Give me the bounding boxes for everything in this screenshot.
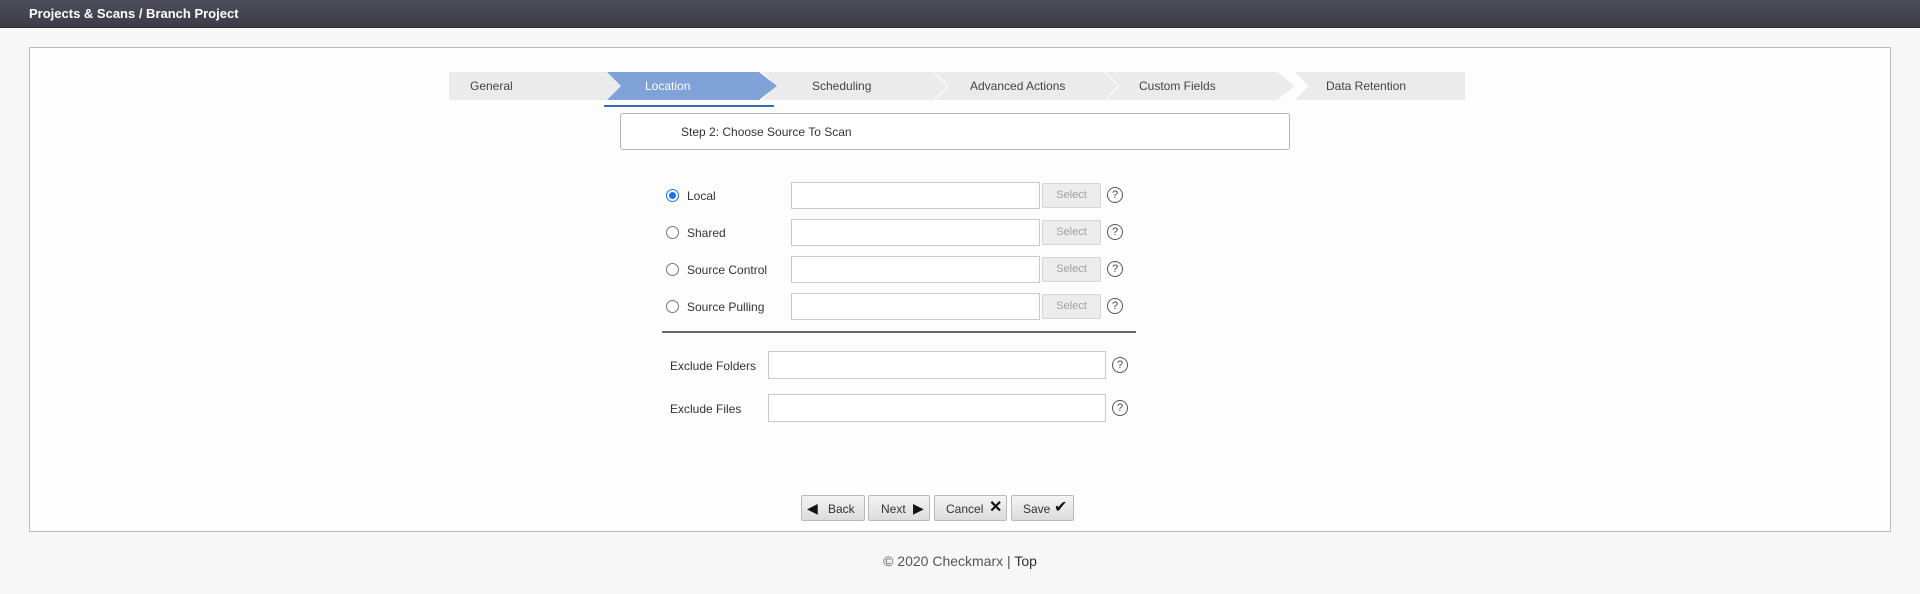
source-control-input[interactable] xyxy=(791,256,1040,283)
step-label: Location xyxy=(645,79,691,93)
shared-select-button[interactable]: Select xyxy=(1042,220,1101,245)
step-title: Step 2: Choose Source To Scan xyxy=(681,125,852,139)
source-label: Shared xyxy=(687,226,726,240)
help-icon[interactable]: ? xyxy=(1107,187,1123,203)
footer-separator: | xyxy=(1007,553,1011,569)
source-label: Local xyxy=(687,189,716,203)
step-header: Step 2: Choose Source To Scan xyxy=(620,113,1290,150)
step-label: Custom Fields xyxy=(1139,79,1216,93)
section-divider xyxy=(662,331,1136,333)
x-icon: ✕ xyxy=(989,499,1003,516)
play-left-icon: ◀ xyxy=(807,500,818,516)
local-path-input[interactable] xyxy=(791,182,1040,209)
local-radio[interactable] xyxy=(666,189,679,202)
check-icon: ✔ xyxy=(1054,499,1068,516)
save-button[interactable]: Save ✔ xyxy=(1011,495,1074,521)
step-label: Data Retention xyxy=(1326,79,1407,93)
footer: © 2020 Checkmarx | Top xyxy=(0,553,1920,569)
copyright-text: © 2020 Checkmarx xyxy=(883,553,1004,569)
step-custom-fields[interactable]: Custom Fields xyxy=(1105,72,1295,100)
exclude-folders-input[interactable] xyxy=(768,351,1106,379)
step-location-active[interactable]: Location xyxy=(607,72,777,100)
help-icon[interactable]: ? xyxy=(1112,357,1128,373)
source-row-shared: Shared Select ? xyxy=(665,218,1135,246)
shared-radio[interactable] xyxy=(666,226,679,239)
source-pulling-radio[interactable] xyxy=(666,300,679,313)
exclude-folders-row: Exclude Folders ? xyxy=(670,351,1140,379)
source-control-select-button[interactable]: Select xyxy=(1042,257,1101,282)
cancel-button[interactable]: Cancel ✕ xyxy=(934,495,1007,521)
source-pulling-select-button[interactable]: Select xyxy=(1042,294,1101,319)
step-label: General xyxy=(470,79,513,93)
step-label: Advanced Actions xyxy=(970,79,1066,93)
source-label: Source Control xyxy=(687,263,768,277)
exclude-files-row: Exclude Files ? xyxy=(670,394,1140,422)
top-link[interactable]: Top xyxy=(1014,553,1037,569)
breadcrumb: Projects & Scans / Branch Project xyxy=(29,6,239,21)
exclude-files-label: Exclude Files xyxy=(670,402,742,416)
step-general[interactable]: General xyxy=(449,72,607,100)
source-row-source-control: Source Control Select ? xyxy=(665,255,1135,283)
play-right-icon: ▶ xyxy=(913,500,924,516)
source-row-source-pulling: Source Pulling Select ? xyxy=(665,292,1135,320)
shared-path-input[interactable] xyxy=(791,219,1040,246)
source-control-radio[interactable] xyxy=(666,263,679,276)
active-step-underline xyxy=(604,105,774,107)
step-label: Scheduling xyxy=(812,79,872,93)
help-icon[interactable]: ? xyxy=(1107,224,1123,240)
step-advanced-actions[interactable]: Advanced Actions xyxy=(934,72,1124,100)
help-icon[interactable]: ? xyxy=(1107,261,1123,277)
source-row-local: Local Select ? xyxy=(665,181,1135,209)
back-button[interactable]: ◀ Back xyxy=(801,495,865,521)
source-label: Source Pulling xyxy=(687,300,765,314)
step-data-retention[interactable]: Data Retention xyxy=(1294,72,1465,100)
exclude-files-input[interactable] xyxy=(768,394,1106,422)
source-pulling-input[interactable] xyxy=(791,293,1040,320)
top-bar: Projects & Scans / Branch Project xyxy=(0,0,1920,28)
help-icon[interactable]: ? xyxy=(1107,298,1123,314)
local-select-button[interactable]: Select xyxy=(1042,183,1101,208)
wizard-steps: General Scheduling Advanced Actions Cust… xyxy=(449,72,1465,100)
next-button[interactable]: Next ▶ xyxy=(868,495,930,521)
exclude-folders-label: Exclude Folders xyxy=(670,359,757,373)
help-icon[interactable]: ? xyxy=(1112,400,1128,416)
